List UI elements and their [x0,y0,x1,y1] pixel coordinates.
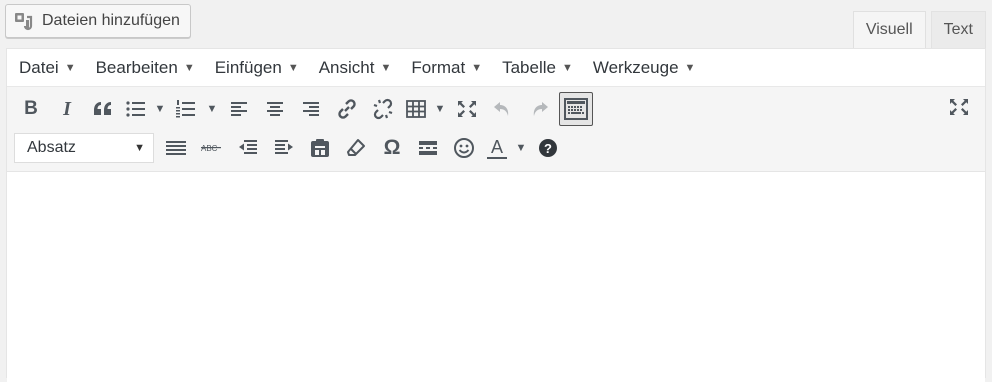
toolbar-row-2: Absatz ▼ ABC Ω A ▼ ? [7,129,566,167]
help-icon: ? [539,139,557,157]
strikethrough-button[interactable]: ABC [194,131,230,165]
bold-button[interactable]: B [13,92,49,126]
editor-tabs: Visuell Text [848,11,986,48]
outdent-icon [239,140,257,154]
link-icon [338,99,356,119]
menu-format[interactable]: Format ▼ [401,49,492,86]
kitchen-sink-icon [564,98,588,120]
clipboard-icon [311,139,329,157]
fullscreen-icon [458,101,476,117]
help-button[interactable]: ? [530,131,566,165]
insert-link-button[interactable] [329,92,365,126]
text-color-swatch [487,156,507,159]
media-add-icon [14,11,36,31]
chevron-down-icon: ▼ [471,61,483,74]
format-select-value: Absatz [27,139,76,156]
menu-label: Datei [19,57,59,77]
format-select[interactable]: Absatz ▼ [14,133,154,163]
add-media-label: Dateien hinzufügen [42,12,180,29]
toolbar: B I ▼ ▼ ▼ Absatz ▼ ABC Ω A ▼ ? [7,87,985,172]
chevron-down-icon: ▼ [434,103,446,115]
emoji-button[interactable] [446,131,482,165]
numbered-list-icon [176,100,195,118]
redo-icon [533,102,548,116]
strikethrough-icon: ABC [201,144,221,153]
quote-icon [94,102,111,115]
paste-text-button[interactable] [302,131,338,165]
chevron-down-icon: ▼ [206,103,218,115]
text-color-dropdown[interactable]: ▼ [512,131,530,165]
table-icon [406,100,426,118]
menu-ansicht[interactable]: Ansicht ▼ [309,49,402,86]
clear-formatting-button[interactable] [338,131,374,165]
menu-einfuegen[interactable]: Einfügen ▼ [205,49,309,86]
bullet-list-icon [126,101,145,117]
align-left-button[interactable] [221,92,257,126]
chevron-down-icon: ▼ [154,103,166,115]
menu-label: Ansicht [318,57,375,77]
menu-bearbeiten[interactable]: Bearbeiten ▼ [86,49,205,86]
chevron-down-icon: ▼ [287,61,299,74]
menu-label: Einfügen [214,57,282,77]
undo-button[interactable] [485,92,521,126]
menu-label: Tabelle [502,57,556,77]
svg-text:ABC: ABC [201,144,218,153]
toolbar-row-1: B I ▼ ▼ ▼ [7,90,595,128]
chevron-down-icon: ▼ [561,61,573,74]
bullet-list-button[interactable] [121,92,151,126]
undo-icon [494,102,509,116]
align-left-icon [231,102,247,116]
special-chars-button[interactable]: Ω [374,131,410,165]
editor-container: Datei ▼ Bearbeiten ▼ Einfügen ▼ Ansicht ▼ Fo… [6,48,986,382]
chevron-down-icon: ▼ [134,142,145,154]
indent-button[interactable] [266,131,302,165]
read-more-icon [419,141,437,155]
menu-werkzeuge[interactable]: Werkzeuge ▼ [583,49,706,86]
chevron-down-icon: ▼ [380,61,392,74]
eraser-icon [347,139,365,156]
bullet-list-dropdown[interactable]: ▼ [151,92,169,126]
blockquote-button[interactable] [85,92,121,126]
text-color-icon: A [490,136,503,157]
unlink-icon [373,98,393,120]
menu-label: Bearbeiten [95,57,178,77]
menu-label: Format [411,57,466,77]
redo-button[interactable] [521,92,557,126]
menu-datei[interactable]: Datei ▼ [9,49,86,86]
align-right-icon [303,102,319,116]
outdent-button[interactable] [230,131,266,165]
remove-link-button[interactable] [365,92,401,126]
help-glyph: ? [544,140,552,156]
fullscreen-button[interactable] [941,90,977,124]
smiley-icon [454,138,474,158]
align-justify-icon [166,141,186,155]
indent-icon [275,140,293,154]
table-button[interactable] [401,92,431,126]
table-dropdown[interactable]: ▼ [431,92,449,126]
tab-text[interactable]: Text [930,11,986,48]
tab-visual[interactable]: Visuell [852,11,926,48]
fullscreen-icon [950,99,968,115]
numbered-list-dropdown[interactable]: ▼ [203,92,221,126]
justify-button[interactable] [158,131,194,165]
chevron-down-icon: ▼ [183,61,195,74]
chevron-down-icon: ▼ [684,61,696,74]
menu-tabelle[interactable]: Tabelle ▼ [492,49,583,86]
distraction-free-button[interactable] [449,92,485,126]
menu-label: Werkzeuge [592,57,679,77]
editor-content-area[interactable] [7,172,985,382]
chevron-down-icon: ▼ [64,61,76,74]
align-right-button[interactable] [293,92,329,126]
menubar: Datei ▼ Bearbeiten ▼ Einfügen ▼ Ansicht ▼ Fo… [7,49,985,87]
text-color-button[interactable]: A [482,131,512,165]
align-center-button[interactable] [257,92,293,126]
align-center-icon [267,102,283,116]
read-more-button[interactable] [410,131,446,165]
add-media-button[interactable]: Dateien hinzufügen [5,4,191,38]
chevron-down-icon: ▼ [515,142,527,154]
numbered-list-button[interactable] [169,92,203,126]
toolbar-toggle-button[interactable] [559,92,593,126]
italic-button[interactable]: I [49,92,85,126]
omega-icon: Ω [383,136,401,159]
